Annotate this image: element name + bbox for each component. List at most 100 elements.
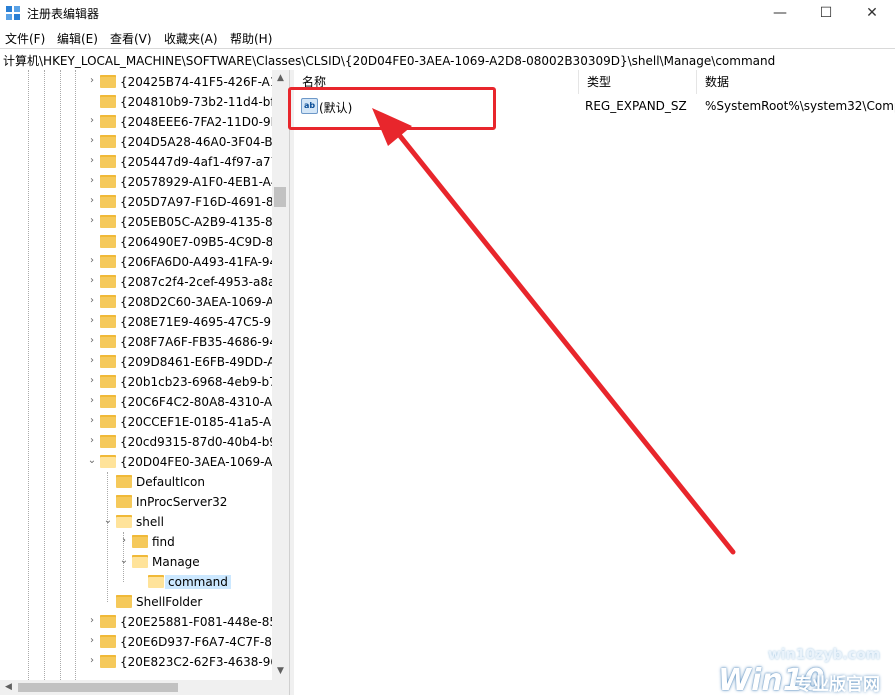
- values-list[interactable]: 名称 类型 数据 ab (默认) REG_EXPAND_SZ %SystemRo…: [294, 70, 895, 695]
- collapse-arrow-icon[interactable]: ⌄: [103, 516, 113, 526]
- tree-item[interactable]: › {206FA6D0-A493-41FA-943: [0, 252, 272, 272]
- collapse-arrow-icon[interactable]: ⌄: [87, 456, 97, 466]
- tree-item-label[interactable]: shell: [136, 515, 164, 529]
- tree-horizontal-scrollbar[interactable]: ◀: [0, 680, 289, 695]
- tree-item-label[interactable]: {205D7A97-F16D-4691-86E: [120, 195, 272, 209]
- menu-favorites[interactable]: 收藏夹(A): [164, 30, 218, 47]
- tree-item[interactable]: › {204D5A28-46A0-3F04-BD: [0, 132, 272, 152]
- tree-item-find[interactable]: › find: [0, 532, 272, 552]
- expand-arrow-icon[interactable]: ›: [87, 416, 97, 426]
- tree-item-label[interactable]: find: [152, 535, 175, 549]
- tree-item[interactable]: › {209D8461-E6FB-49DD-A8: [0, 352, 272, 372]
- column-header-data[interactable]: 数据: [697, 70, 895, 94]
- expand-arrow-icon[interactable]: ›: [87, 136, 97, 146]
- tree-item[interactable]: › {20425B74-41F5-426F-A14: [0, 72, 272, 92]
- scroll-down-icon[interactable]: ▼: [272, 663, 289, 680]
- expand-arrow-icon[interactable]: ›: [87, 116, 97, 126]
- tree-item-label[interactable]: {20E25881-F081-448e-85C: [120, 615, 272, 629]
- expand-arrow-icon[interactable]: ›: [87, 336, 97, 346]
- tree-item[interactable]: DefaultIcon: [0, 472, 272, 492]
- close-button[interactable]: ✕: [849, 0, 895, 26]
- tree-item-computer-clsid[interactable]: ⌄ {20D04FE0-3AEA-1069-A2D: [0, 452, 272, 472]
- tree-item-label[interactable]: {209D8461-E6FB-49DD-A8: [120, 355, 272, 369]
- scroll-up-icon[interactable]: ▲: [272, 70, 289, 87]
- scrollbar-thumb[interactable]: [18, 683, 178, 692]
- tree-item[interactable]: › {20b1cb23-6968-4eb9-b7c: [0, 372, 272, 392]
- tree-item-shell[interactable]: ⌄ shell: [0, 512, 272, 532]
- tree-item-label[interactable]: {2048EEE6-7FA2-11D0-9E6: [120, 115, 272, 129]
- expand-arrow-icon[interactable]: ›: [87, 176, 97, 186]
- tree-item-label[interactable]: {20578929-A1F0-4EB1-A4E: [120, 175, 272, 189]
- tree-item[interactable]: › {20cd9315-87d0-40b4-b92: [0, 432, 272, 452]
- expand-arrow-icon[interactable]: ›: [87, 316, 97, 326]
- menu-view[interactable]: 查看(V): [110, 30, 152, 47]
- tree-item[interactable]: › {20C6F4C2-80A8-4310-A59: [0, 392, 272, 412]
- menu-edit[interactable]: 编辑(E): [57, 30, 98, 47]
- tree-item-label[interactable]: {204810b9-73b2-11d4-bf4: [120, 95, 272, 109]
- tree-item-label[interactable]: ShellFolder: [136, 595, 202, 609]
- expand-arrow-icon[interactable]: ›: [87, 216, 97, 226]
- tree-item-label[interactable]: {20E6D937-F6A7-4C7F-8E6: [120, 635, 272, 649]
- tree-item[interactable]: {204810b9-73b2-11d4-bf4: [0, 92, 272, 112]
- tree-vertical-scrollbar[interactable]: ▲ ▼: [272, 70, 289, 680]
- scrollbar-thumb[interactable]: [274, 187, 286, 207]
- expand-arrow-icon[interactable]: ›: [87, 356, 97, 366]
- tree-item-label[interactable]: command: [165, 575, 231, 589]
- tree-item-label[interactable]: {20E823C2-62F3-4638-96E: [120, 655, 272, 669]
- tree-item-label[interactable]: {20cd9315-87d0-40b4-b92: [120, 435, 272, 449]
- tree-item[interactable]: › {20E823C2-62F3-4638-96E: [0, 652, 272, 672]
- expand-arrow-icon[interactable]: ›: [87, 256, 97, 266]
- address-path[interactable]: 计算机\HKEY_LOCAL_MACHINE\SOFTWARE\Classes\…: [3, 52, 775, 69]
- expand-arrow-icon[interactable]: ›: [87, 376, 97, 386]
- tree-item[interactable]: › {208E71E9-4695-47C5-9E0: [0, 312, 272, 332]
- tree-item[interactable]: › {208F7A6F-FB35-4686-949: [0, 332, 272, 352]
- expand-arrow-icon[interactable]: ›: [87, 196, 97, 206]
- tree-item-label[interactable]: {208E71E9-4695-47C5-9E0: [120, 315, 272, 329]
- tree-item-manage[interactable]: ⌄ Manage: [0, 552, 272, 572]
- column-header-type[interactable]: 类型: [579, 70, 697, 94]
- tree-item[interactable]: {206490E7-09B5-4C9D-8E5: [0, 232, 272, 252]
- tree-item[interactable]: › {205447d9-4af1-4f97-a773: [0, 152, 272, 172]
- registry-tree[interactable]: › {20425B74-41F5-426F-A14 {204810b9-73b2-…: [0, 70, 272, 680]
- tree-item-label[interactable]: {20425B74-41F5-426F-A14: [120, 75, 272, 89]
- tree-item-label[interactable]: {208F7A6F-FB35-4686-949: [120, 335, 272, 349]
- address-bar[interactable]: 计算机\HKEY_LOCAL_MACHINE\SOFTWARE\Classes\…: [0, 48, 895, 71]
- expand-arrow-icon[interactable]: ›: [87, 156, 97, 166]
- expand-arrow-icon[interactable]: [87, 96, 97, 106]
- tree-item[interactable]: InProcServer32: [0, 492, 272, 512]
- menu-file[interactable]: 文件(F): [5, 30, 45, 47]
- tree-item-label[interactable]: {205447d9-4af1-4f97-a773: [120, 155, 272, 169]
- tree-item[interactable]: ShellFolder: [0, 592, 272, 612]
- maximize-button[interactable]: ☐: [803, 0, 849, 26]
- scroll-left-icon[interactable]: ◀: [0, 679, 17, 696]
- tree-item-label[interactable]: {206FA6D0-A493-41FA-943: [120, 255, 272, 269]
- minimize-button[interactable]: —: [757, 0, 803, 26]
- tree-item-label[interactable]: {20C6F4C2-80A8-4310-A59: [120, 395, 272, 409]
- expand-arrow-icon[interactable]: ›: [87, 296, 97, 306]
- expand-arrow-icon[interactable]: ›: [119, 536, 129, 546]
- tree-item[interactable]: › {208D2C60-3AEA-1069-A2: [0, 292, 272, 312]
- tree-item[interactable]: › {20E25881-F081-448e-85C: [0, 612, 272, 632]
- expand-arrow-icon[interactable]: ›: [87, 616, 97, 626]
- menu-help[interactable]: 帮助(H): [230, 30, 272, 47]
- tree-item-label[interactable]: {208D2C60-3AEA-1069-A2: [120, 295, 272, 309]
- tree-item-label[interactable]: {20b1cb23-6968-4eb9-b7c: [120, 375, 272, 389]
- tree-item-command-selected[interactable]: command: [0, 572, 272, 592]
- tree-item[interactable]: › {20E6D937-F6A7-4C7F-8E6: [0, 632, 272, 652]
- tree-item-label[interactable]: Manage: [152, 555, 200, 569]
- collapse-arrow-icon[interactable]: ⌄: [119, 556, 129, 566]
- tree-item-label[interactable]: {2087c2f4-2cef-4953-a8ab: [120, 275, 272, 289]
- tree-item[interactable]: › {205EB05C-A2B9-4135-864: [0, 212, 272, 232]
- tree-item-label[interactable]: {204D5A28-46A0-3F04-BD: [120, 135, 272, 149]
- tree-item-label[interactable]: {206490E7-09B5-4C9D-8E5: [120, 235, 272, 249]
- expand-arrow-icon[interactable]: ›: [87, 276, 97, 286]
- expand-arrow-icon[interactable]: ›: [87, 436, 97, 446]
- tree-item[interactable]: › {205D7A97-F16D-4691-86E: [0, 192, 272, 212]
- expand-arrow-icon[interactable]: ›: [87, 656, 97, 666]
- expand-arrow-icon[interactable]: [87, 236, 97, 246]
- tree-item[interactable]: › {20CCEF1E-0185-41a5-A93: [0, 412, 272, 432]
- tree-item-label[interactable]: InProcServer32: [136, 495, 227, 509]
- expand-arrow-icon[interactable]: ›: [87, 396, 97, 406]
- tree-item-label[interactable]: {205EB05C-A2B9-4135-864: [120, 215, 272, 229]
- expand-arrow-icon[interactable]: ›: [87, 76, 97, 86]
